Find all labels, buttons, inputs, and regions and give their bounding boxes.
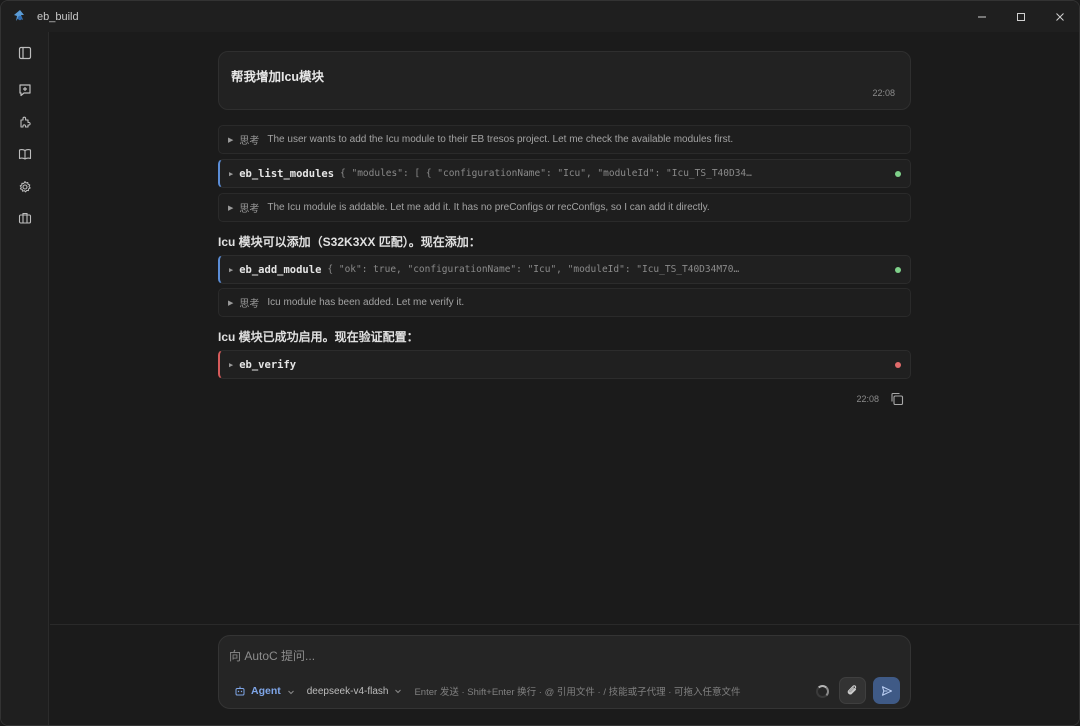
status-success-dot [895,171,901,177]
window-controls [962,1,1079,32]
status-error-dot [895,362,901,368]
expand-arrow-icon: ▶ [228,204,234,212]
expand-arrow-icon: ▶ [229,169,234,178]
plugins-icon[interactable] [13,110,37,134]
mode-label: Agent [251,685,281,697]
toggle-sidebar-icon[interactable] [13,41,37,65]
tool-args: { "ok": true, "configurationName": "Icu"… [327,264,740,275]
copy-icon[interactable] [889,391,905,407]
attach-button[interactable] [839,677,866,704]
reply-time: 22:08 [856,394,879,404]
tool-args: { "modules": [ { "configurationName": "I… [340,168,752,179]
chevron-down-icon [287,687,295,695]
close-icon[interactable] [1040,1,1079,32]
expand-arrow-icon: ▶ [228,136,234,144]
status-success-dot [895,267,901,273]
composer-area: Agent deepseek-v4-flash Enter 发送 · Shift… [50,624,1079,725]
reply-meta: 22:08 [218,389,911,409]
robot-icon [234,685,246,697]
settings-icon[interactable] [13,175,37,199]
thinking-label: 思考 [239,204,260,215]
send-button[interactable] [873,677,900,704]
paperclip-icon [847,685,857,695]
thinking-label: 思考 [239,299,260,310]
thinking-label: 思考 [239,136,260,147]
sidebar [1,32,49,725]
user-message: 帮我增加Icu模块 22:08 [218,51,911,110]
thinking-block[interactable]: ▶ 思考 The user wants to add the Icu modul… [218,125,911,154]
expand-arrow-icon: ▶ [229,360,234,369]
thinking-block[interactable]: ▶ 思考 The Icu module is addable. Let me a… [218,193,911,222]
title-bar: eb_build [1,1,1079,32]
tool-name: eb_verify [239,358,297,371]
model-label: deepseek-v4-flash [306,685,389,697]
composer-toolbar: Agent deepseek-v4-flash Enter 发送 · Shift… [219,677,910,704]
expand-arrow-icon: ▶ [229,265,234,274]
user-message-time: 22:08 [872,88,895,98]
minimize-icon[interactable] [962,1,1001,32]
book-icon[interactable] [13,142,37,166]
app-window: eb_build 帮我增加Icu模块 22:08 ▶ 思考 The user w… [0,0,1080,726]
composer: Agent deepseek-v4-flash Enter 发送 · Shift… [218,635,911,709]
tool-call-block[interactable]: ▶ eb_verify [218,350,911,379]
loading-spinner-icon [816,685,829,698]
assistant-text: Icu 模块已成功启用。现在验证配置： [218,330,419,344]
send-icon [881,685,892,696]
new-chat-icon[interactable] [13,78,37,102]
tool-name: eb_list_modules [239,167,335,180]
user-message-text: 帮我增加Icu模块 [231,70,325,84]
mode-selector[interactable]: Agent [234,685,295,697]
briefcase-icon[interactable] [13,206,37,230]
tool-call-block[interactable]: ▶ eb_add_module { "ok": true, "configura… [218,255,911,284]
chevron-down-icon [394,687,402,695]
thinking-text: Icu module has been added. Let me verify… [267,297,465,308]
maximize-icon[interactable] [1001,1,1040,32]
assistant-text: Icu 模块可以添加（S32K3XX 匹配）。现在添加： [218,235,481,249]
tool-name: eb_add_module [239,263,322,276]
model-selector[interactable]: deepseek-v4-flash [307,686,403,697]
window-title: eb_build [37,10,79,23]
thinking-text: The user wants to add the Icu module to … [267,134,734,145]
keyboard-hint: Enter 发送 · Shift+Enter 换行 · @ 引用文件 · / 技… [414,687,741,698]
tool-call-block[interactable]: ▶ eb_list_modules { "modules": [ { "conf… [218,159,911,188]
expand-arrow-icon: ▶ [228,299,234,307]
prompt-input[interactable] [229,649,789,663]
thinking-block[interactable]: ▶ 思考 Icu module has been added. Let me v… [218,288,911,317]
thinking-text: The Icu module is addable. Let me add it… [267,202,710,213]
app-logo-icon [12,9,28,25]
conversation-area: 帮我增加Icu模块 22:08 ▶ 思考 The user wants to a… [50,32,1079,624]
